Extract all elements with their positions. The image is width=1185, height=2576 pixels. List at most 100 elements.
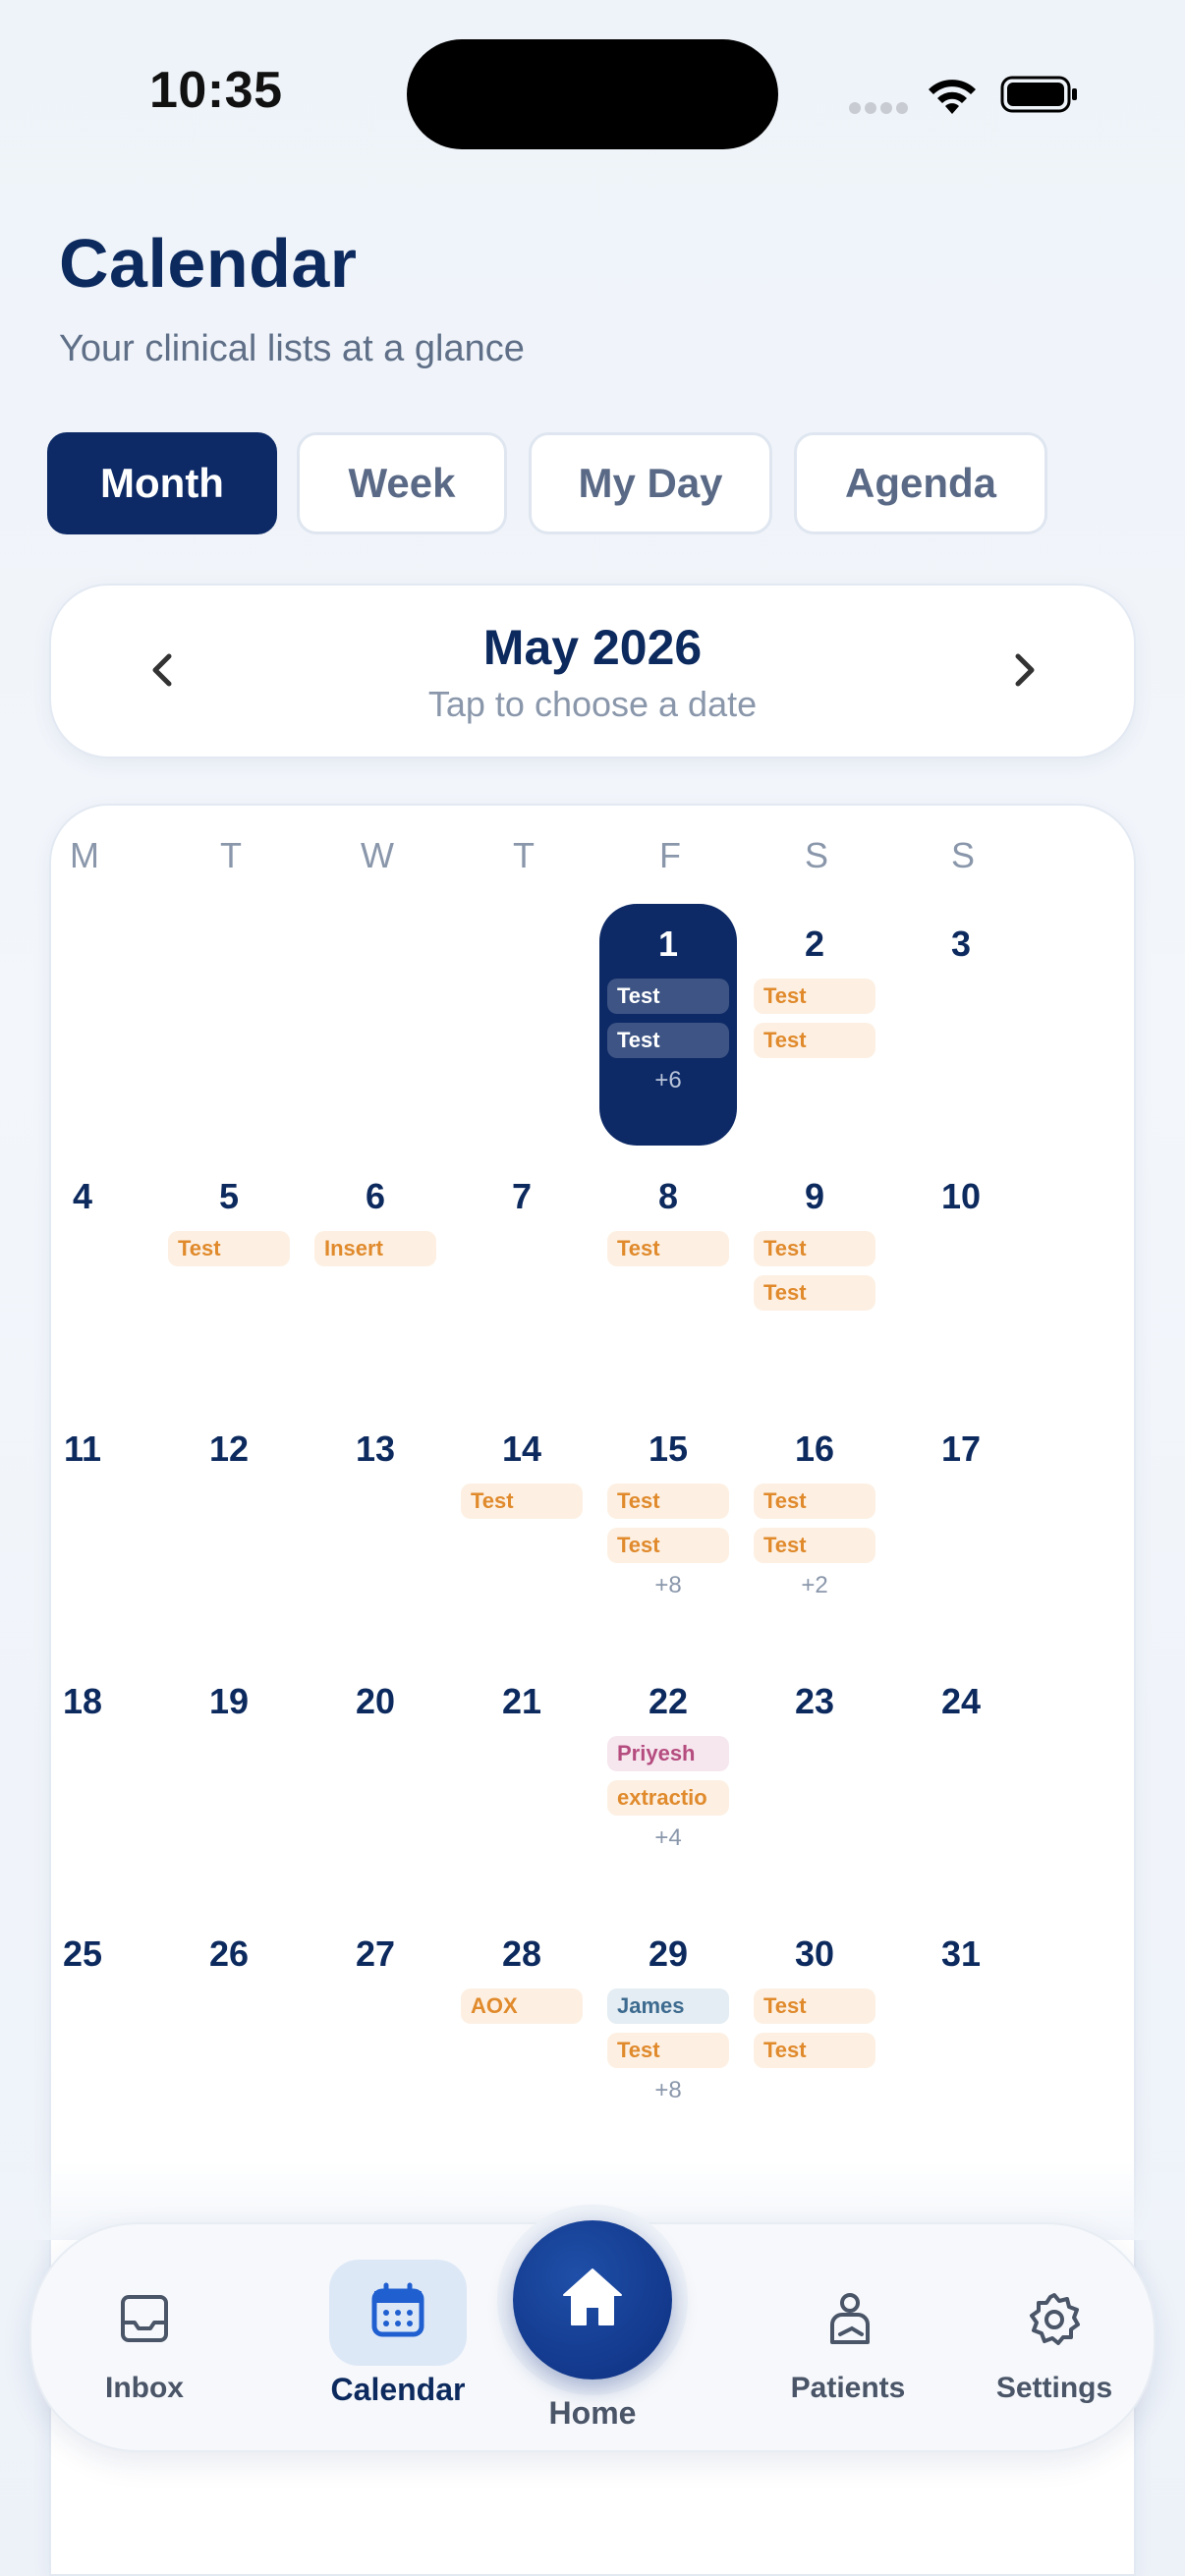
battery-icon bbox=[1000, 76, 1077, 113]
nav-patients-label: Patients bbox=[790, 2372, 906, 2404]
nav-home-label: Home bbox=[548, 2395, 637, 2431]
dynamic-island bbox=[407, 39, 778, 149]
calendar-day[interactable]: 9 Test Test bbox=[746, 1156, 883, 1398]
calendar-day[interactable]: 18 bbox=[14, 1661, 151, 1903]
day-number: 4 bbox=[72, 1176, 93, 1216]
more-events-count[interactable]: +8 bbox=[599, 2077, 737, 2104]
event-chip[interactable]: Test bbox=[461, 1484, 583, 1519]
calendar-day[interactable]: 8 Test bbox=[599, 1156, 737, 1398]
event-chip[interactable]: AOX bbox=[461, 1988, 583, 2024]
calendar-day[interactable]: 2 Test Test bbox=[746, 904, 883, 1146]
event-chip[interactable]: Insert bbox=[314, 1231, 436, 1266]
day-number: 14 bbox=[501, 1428, 542, 1469]
calendar-day[interactable]: 30 Test Test bbox=[746, 1914, 883, 2156]
calendar-day[interactable]: 6 Insert bbox=[307, 1156, 444, 1398]
event-chip[interactable]: Test bbox=[607, 2033, 729, 2068]
weekday-header: F bbox=[659, 835, 681, 875]
day-number: 29 bbox=[648, 1933, 689, 1974]
nav-calendar[interactable]: Calendar bbox=[285, 2224, 511, 2454]
nav-inbox[interactable]: Inbox bbox=[51, 2224, 238, 2454]
gear-icon bbox=[1030, 2293, 1080, 2345]
more-events-count[interactable]: +4 bbox=[599, 1824, 737, 1852]
calendar-day[interactable]: 10 bbox=[892, 1156, 1030, 1398]
nav-calendar-label: Calendar bbox=[330, 2372, 466, 2407]
home-button[interactable] bbox=[513, 2220, 672, 2380]
calendar-day[interactable]: 25 bbox=[14, 1914, 151, 2156]
nav-inbox-label: Inbox bbox=[105, 2372, 184, 2404]
tab-agenda[interactable]: Agenda bbox=[794, 432, 1047, 534]
day-number: 13 bbox=[355, 1428, 396, 1469]
chevron-right-icon[interactable] bbox=[994, 641, 1053, 700]
tab-my-day[interactable]: My Day bbox=[529, 432, 772, 534]
day-number: 28 bbox=[501, 1933, 542, 1974]
calendar-day[interactable]: 24 bbox=[892, 1661, 1030, 1903]
calendar-day[interactable]: 29 James Test +8 bbox=[599, 1914, 737, 2156]
calendar-day[interactable]: 11 bbox=[14, 1409, 151, 1651]
weekday-header: T bbox=[513, 835, 535, 875]
event-chip[interactable]: Test bbox=[754, 1231, 875, 1266]
calendar-day[interactable]: 23 bbox=[746, 1661, 883, 1903]
weekday-header: S bbox=[950, 835, 975, 875]
day-number: 12 bbox=[208, 1428, 250, 1469]
event-chip[interactable]: extractio bbox=[607, 1780, 729, 1816]
more-events-count[interactable]: +2 bbox=[746, 1572, 883, 1599]
event-chip[interactable]: Test bbox=[754, 1023, 875, 1058]
event-chip[interactable]: Test bbox=[607, 1231, 729, 1266]
calendar-day[interactable]: 22 Priyesh extractio +4 bbox=[599, 1661, 737, 1903]
calendar-day[interactable]: 7 bbox=[453, 1156, 591, 1398]
more-events-count[interactable]: +8 bbox=[599, 1572, 737, 1599]
status-time: 10:35 bbox=[149, 62, 283, 119]
month-title[interactable]: May 2026 bbox=[51, 619, 1134, 676]
event-chip[interactable]: Test bbox=[754, 1484, 875, 1519]
month-picker[interactable]: May 2026 Tap to choose a date bbox=[49, 584, 1136, 758]
calendar-day[interactable]: 16 Test Test +2 bbox=[746, 1409, 883, 1651]
tab-month[interactable]: Month bbox=[47, 432, 277, 534]
month-hint: Tap to choose a date bbox=[427, 684, 758, 724]
event-chip[interactable]: Test bbox=[754, 1528, 875, 1563]
page-title: Calendar bbox=[59, 225, 358, 302]
calendar-day[interactable]: 5 Test bbox=[160, 1156, 298, 1398]
calendar-day[interactable]: 13 bbox=[307, 1409, 444, 1651]
calendar-day[interactable]: 1 Test Test +6 bbox=[599, 904, 737, 1146]
day-number: 1 bbox=[657, 924, 679, 964]
event-chip[interactable]: Test bbox=[754, 979, 875, 1014]
calendar-day[interactable]: 14 Test bbox=[453, 1409, 591, 1651]
calendar-day[interactable]: 12 bbox=[160, 1409, 298, 1651]
day-number: 5 bbox=[218, 1176, 240, 1216]
more-events-count[interactable]: +6 bbox=[599, 1067, 737, 1094]
event-chip[interactable]: Test bbox=[607, 1023, 729, 1058]
day-number: 16 bbox=[794, 1428, 835, 1469]
calendar-day[interactable]: 17 bbox=[892, 1409, 1030, 1651]
calendar-icon bbox=[371, 2282, 424, 2337]
calendar-day[interactable]: 26 bbox=[160, 1914, 298, 2156]
day-number: 19 bbox=[208, 1681, 250, 1721]
nav-settings-label: Settings bbox=[995, 2372, 1113, 2404]
event-chip[interactable]: Test bbox=[754, 1988, 875, 2024]
event-chip[interactable]: Test bbox=[607, 1484, 729, 1519]
event-chip[interactable]: Test bbox=[754, 1275, 875, 1311]
event-chip[interactable]: Test bbox=[607, 1528, 729, 1563]
nav-settings[interactable]: Settings bbox=[961, 2224, 1148, 2454]
calendar-day[interactable]: 15 Test Test +8 bbox=[599, 1409, 737, 1651]
nav-patients[interactable]: Patients bbox=[735, 2224, 961, 2454]
day-number: 18 bbox=[62, 1681, 103, 1721]
event-chip[interactable]: Test bbox=[607, 979, 729, 1014]
weekday-header: M bbox=[70, 835, 99, 875]
tab-week[interactable]: Week bbox=[297, 432, 507, 534]
event-chip[interactable]: James bbox=[607, 1988, 729, 2024]
calendar-day[interactable]: 3 bbox=[892, 904, 1030, 1146]
calendar-day[interactable]: 20 bbox=[307, 1661, 444, 1903]
calendar-day[interactable]: 19 bbox=[160, 1661, 298, 1903]
event-chip[interactable]: Priyesh bbox=[607, 1736, 729, 1771]
calendar-day[interactable]: 27 bbox=[307, 1914, 444, 2156]
calendar-day[interactable]: 4 bbox=[14, 1156, 151, 1398]
calendar-day[interactable]: 31 bbox=[892, 1914, 1030, 2156]
calendar-day[interactable]: 28 AOX bbox=[453, 1914, 591, 2156]
day-number: 7 bbox=[511, 1176, 533, 1216]
event-chip[interactable]: Test bbox=[754, 2033, 875, 2068]
status-bar: 10:35 bbox=[0, 0, 1185, 187]
day-number: 24 bbox=[940, 1681, 982, 1721]
day-number: 23 bbox=[794, 1681, 835, 1721]
calendar-day[interactable]: 21 bbox=[453, 1661, 591, 1903]
event-chip[interactable]: Test bbox=[168, 1231, 290, 1266]
